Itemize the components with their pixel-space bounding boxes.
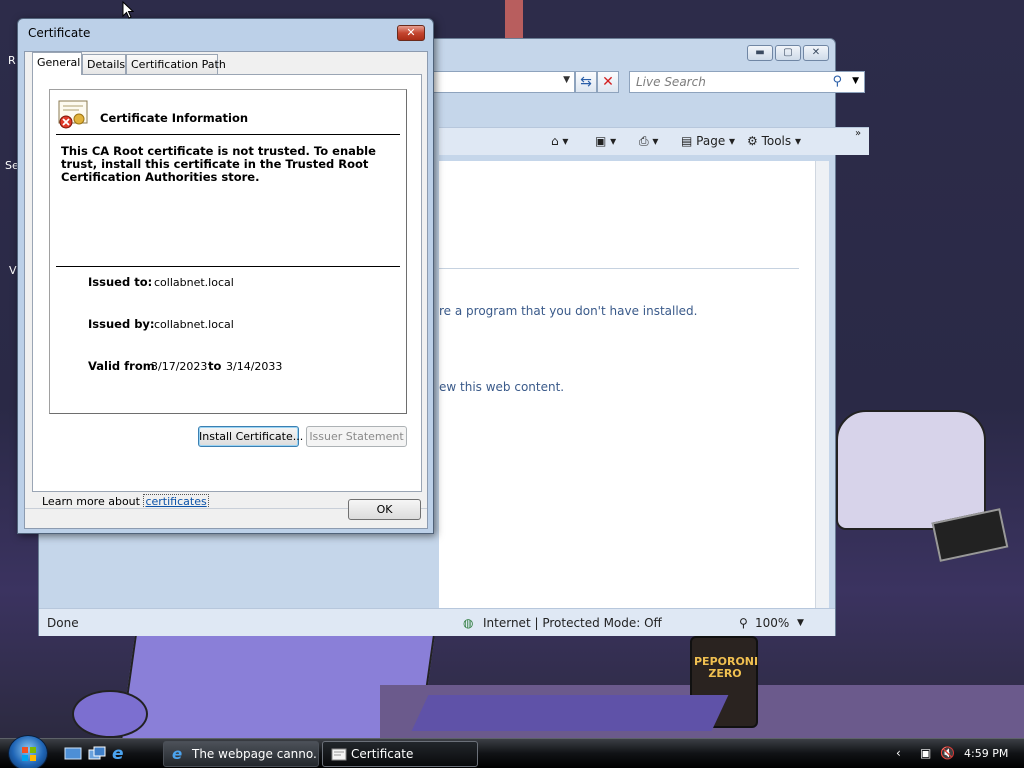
refresh-button[interactable]: ⇆ [575,71,597,93]
tab-details[interactable]: Details [82,54,126,74]
zoom-level[interactable]: 100% [755,616,789,630]
taskbar-button-ie[interactable]: e The webpage canno... [163,741,319,767]
internet-explorer-icon[interactable]: e [112,744,130,764]
certificate-dialog: Certificate ✕ General Details Certificat… [17,18,434,534]
issued-by-label: Issued by: [88,317,155,331]
certificates-link[interactable]: certificates [143,494,209,509]
dialog-body: General Details Certification Path Certi… [24,51,428,529]
wallpaper-can-label: PEPORONI ZERO [694,655,759,680]
volume-muted-icon[interactable]: 🔇 [940,746,955,760]
wallpaper-pillow [836,410,986,530]
taskbar-button-certificate[interactable]: Certificate [322,741,478,767]
show-hidden-icons-icon[interactable]: ‹ [896,746,901,760]
minimize-button[interactable]: ▬ [747,45,773,61]
desktop-icon-label[interactable]: R [8,54,16,67]
chevron-down-icon[interactable]: ▼ [563,75,570,85]
page-menu[interactable]: ▤ Page ▾ [681,134,735,148]
untrusted-certificate-icon [58,100,88,129]
zoom-icon: ⚲ [739,616,748,630]
switch-windows-icon[interactable] [88,746,106,762]
taskbar: e e The webpage canno... Certificate ‹ ▣… [0,735,1024,768]
search-placeholder: Live Search [636,75,706,89]
wallpaper-cup [72,690,148,738]
ok-button[interactable]: OK [348,499,421,520]
maximize-button[interactable]: ▢ [775,45,801,61]
start-button[interactable] [8,735,48,768]
feeds-icon[interactable]: ▣ ▾ [595,134,616,148]
learn-more-text: Learn more about certificates [42,494,209,509]
certificate-info-heading: Certificate Information [100,111,249,125]
desktop-icon-label[interactable]: V [9,264,17,277]
security-zone[interactable]: Internet | Protected Mode: Off [483,616,662,630]
command-bar: ⌂ ▾ ▣ ▾ ⎙ ▾ ▤ Page ▾ ⚙ Tools ▾ » [439,127,869,155]
divider [56,134,400,135]
print-icon[interactable]: ⎙ ▾ [639,134,658,149]
divider [56,266,400,267]
tab-general[interactable]: General [32,52,82,75]
tools-menu[interactable]: ⚙ Tools ▾ [747,134,801,148]
install-certificate-button[interactable]: Install Certificate... [198,426,303,447]
valid-to-label: to [208,359,222,373]
search-input[interactable]: Live Search ⚲ ▼ [629,71,865,93]
mouse-cursor-icon [122,1,134,19]
valid-to-value: 3/14/2033 [226,360,283,373]
page-menu-label: Page [696,134,726,148]
certificate-icon [331,748,347,761]
chevron-right-icon[interactable]: » [855,128,861,139]
content-line: ew this web content. [439,380,565,394]
tab-certification-path[interactable]: Certification Path [126,54,226,74]
valid-from-value: 3/17/2023 [151,360,208,373]
chevron-down-icon[interactable]: ▼ [797,618,804,628]
issued-to-label: Issued to: [88,275,153,289]
close-button[interactable]: ✕ [397,25,425,41]
content-divider [439,268,799,269]
issued-to-value: collabnet.local [154,276,234,289]
stop-button[interactable]: ✕ [597,71,619,93]
ie-caption-buttons: ▬ ▢ ✕ [747,45,829,61]
wallpaper-curtain-rod [505,0,523,38]
valid-from-label: Valid from [88,359,155,373]
windows-logo-icon [22,747,36,761]
status-text: Done [47,616,79,630]
home-icon[interactable]: ⌂ ▾ [551,134,568,148]
tab-panel-general: Certificate Information This CA Root cer… [32,74,422,492]
globe-icon: ◍ [463,616,474,630]
dialog-title: Certificate [28,26,91,40]
certificate-info-box: Certificate Information This CA Root cer… [49,89,407,414]
close-button[interactable]: ✕ [803,45,829,61]
vertical-scrollbar[interactable] [815,161,829,609]
content-line: re a program that you don't have install… [439,304,698,318]
issued-by-value: collabnet.local [154,318,234,331]
status-bar: Done ◍ Internet | Protected Mode: Off ⚲ … [39,608,835,636]
issuer-statement-button: Issuer Statement [306,426,407,447]
taskbar-button-label: Certificate [351,747,414,761]
search-icon[interactable]: ⚲ [832,74,842,89]
page-content: re a program that you don't have install… [439,161,829,609]
internet-explorer-icon: e [172,745,183,763]
wallpaper-keyboard [411,695,729,731]
trust-warning-text: This CA Root certificate is not trusted.… [61,144,376,184]
taskbar-button-label: The webpage canno... [192,747,319,761]
network-icon[interactable]: ▣ [920,746,931,760]
clock[interactable]: 4:59 PM [964,747,1008,760]
chevron-down-icon[interactable]: ▼ [852,76,859,86]
learn-more-prefix: Learn more about [42,495,140,508]
tools-menu-label: Tools [761,134,792,148]
show-desktop-icon[interactable] [64,746,82,762]
